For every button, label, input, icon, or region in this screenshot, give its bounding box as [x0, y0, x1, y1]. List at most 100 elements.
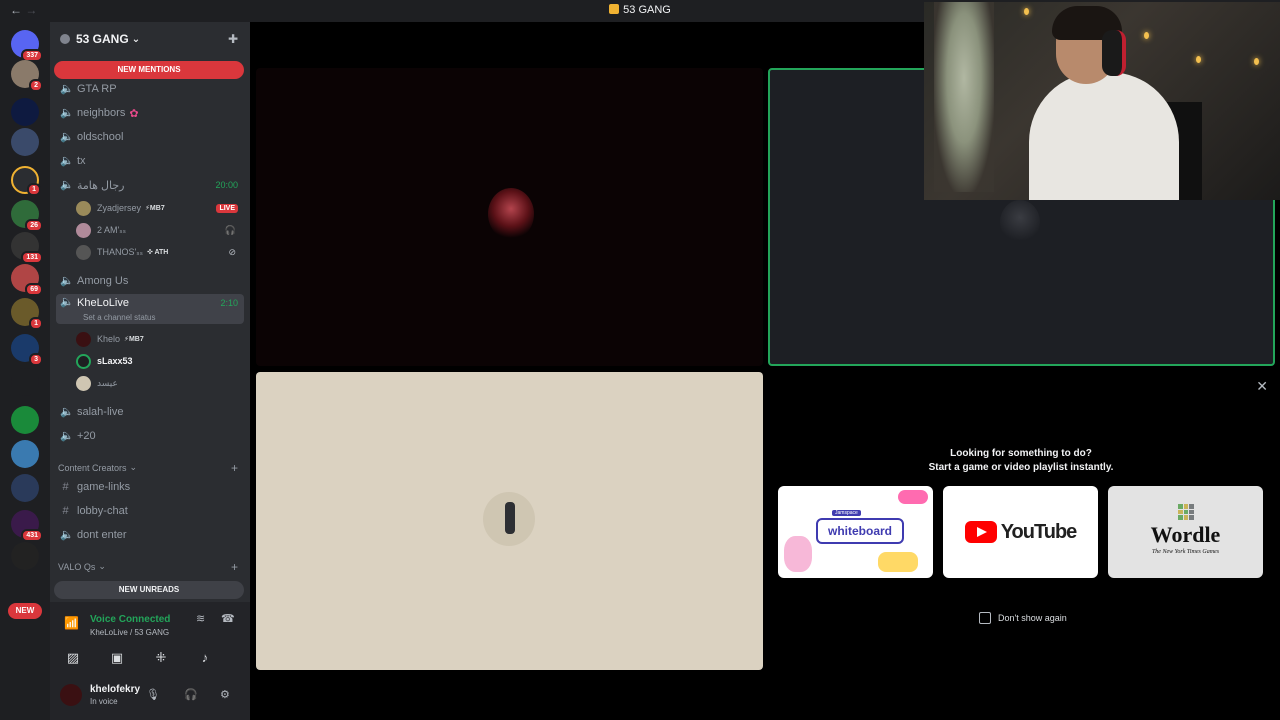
- channel-dont-enter[interactable]: 🔈 dont enter: [56, 524, 244, 546]
- server-badge: 2: [29, 79, 43, 92]
- server-icon[interactable]: [11, 406, 39, 434]
- channel-khelolive[interactable]: 🔈 KheLoLive 2:10 Set a channel status: [56, 294, 244, 324]
- server-icon[interactable]: 1: [11, 298, 43, 330]
- wordle-sublabel: The New York Times Games: [1151, 549, 1220, 555]
- channel-neighbors[interactable]: 🔈 neighbors ✿: [56, 102, 244, 124]
- member-tag: ⚡MB7: [145, 205, 165, 212]
- member-tag: ⚡MB7: [124, 336, 144, 343]
- category-content-creators[interactable]: Content Creators ⌄ +: [58, 461, 244, 475]
- signal-icon[interactable]: 📶: [64, 616, 79, 630]
- member-name: عيسد: [97, 377, 118, 388]
- channel-label: oldschool: [77, 131, 124, 143]
- server-icon[interactable]: 131: [11, 232, 43, 264]
- add-user-icon[interactable]: ✚: [228, 32, 240, 46]
- channel-game-links[interactable]: # game-links: [56, 476, 244, 498]
- video-tile[interactable]: [256, 68, 763, 366]
- channel-label: salah-live: [77, 406, 124, 418]
- channel-label: +20: [77, 430, 96, 442]
- member-name: Khelo: [97, 334, 121, 344]
- server-icon[interactable]: [11, 474, 39, 502]
- new-mentions-pill[interactable]: NEW MENTIONS: [54, 61, 244, 79]
- member-name: THANOS'ₛₛ: [97, 246, 143, 257]
- activity-heading: Looking for something to do?: [950, 448, 1092, 459]
- whiteboard-card[interactable]: Jamspace whiteboard: [778, 486, 933, 578]
- server-53gang-icon[interactable]: 1: [11, 166, 41, 196]
- dont-show-again-checkbox[interactable]: Don't show again: [979, 612, 1067, 624]
- soundboard-icon[interactable]: ♪: [184, 646, 226, 670]
- hash-icon: #: [62, 480, 69, 493]
- disconnect-icon[interactable]: ☎: [221, 612, 235, 625]
- server-icon[interactable]: [11, 98, 39, 126]
- video-tile[interactable]: [256, 372, 763, 670]
- server-icon[interactable]: 2: [11, 60, 43, 92]
- window-title-text: 53 GANG: [623, 4, 671, 16]
- webcam-overlay: [924, 2, 1280, 200]
- server-icon[interactable]: [11, 128, 39, 156]
- voice-channel-icon: 🔈: [60, 178, 74, 191]
- home-icon[interactable]: 337: [11, 30, 43, 62]
- server-icon[interactable]: 26: [11, 200, 43, 232]
- voice-status[interactable]: Voice Connected: [90, 614, 170, 625]
- channel-arabic[interactable]: 🔈 رجال هامة 20:00: [56, 174, 244, 196]
- microphone-icon[interactable]: 🎙: [146, 688, 160, 701]
- avatar: [76, 222, 91, 238]
- voice-member[interactable]: Zyadjersey ⚡MB7 LIVE: [76, 198, 244, 218]
- voice-member[interactable]: عيسد: [76, 373, 244, 393]
- channel-gta-rp[interactable]: 🔈 GTA RP: [56, 78, 244, 100]
- new-pill[interactable]: NEW: [8, 603, 42, 619]
- voice-member[interactable]: 2 AM'ₛₛ 🎧: [76, 220, 244, 240]
- channel-status[interactable]: Set a channel status: [83, 313, 156, 322]
- guild-name: 53 GANG: [76, 32, 129, 46]
- voice-member[interactable]: Khelo ⚡MB7: [76, 329, 244, 349]
- guild-header[interactable]: 53 GANG ⌄ ✚: [50, 22, 250, 56]
- server-icon[interactable]: [11, 368, 39, 396]
- channel-plus20[interactable]: 🔈 +20: [56, 425, 244, 447]
- avatar: [76, 200, 91, 216]
- noise-suppression-icon[interactable]: ≋: [196, 612, 205, 625]
- add-channel-icon[interactable]: +: [231, 461, 238, 475]
- user-panel: khelofekry In voice 🎙 🎧 ⚙: [50, 672, 250, 720]
- headphones-icon[interactable]: 🎧: [184, 688, 198, 701]
- server-badge: 1: [29, 317, 43, 330]
- participant-avatar: [1000, 200, 1040, 244]
- close-icon[interactable]: ✕: [1256, 378, 1268, 395]
- add-channel-icon[interactable]: +: [231, 560, 238, 574]
- activities-icon[interactable]: ⁜: [140, 646, 182, 670]
- voice-channel-icon: 🔈: [60, 405, 74, 418]
- whiteboard-label: whiteboard: [816, 518, 904, 544]
- youtube-card[interactable]: YouTube: [943, 486, 1098, 578]
- gear-icon[interactable]: ⚙: [220, 688, 230, 701]
- new-unreads-pill[interactable]: NEW UNREADS: [54, 581, 244, 599]
- member-tag: ✜ ATH: [146, 249, 169, 256]
- channel-label: GTA RP: [77, 83, 117, 95]
- server-icon[interactable]: [11, 440, 39, 468]
- deafened-icon: 🎧: [224, 224, 236, 235]
- channel-oldschool[interactable]: 🔈 oldschool: [56, 126, 244, 148]
- server-icon[interactable]: [11, 542, 39, 570]
- wordle-grid-icon: [1178, 504, 1194, 520]
- avatar[interactable]: [60, 684, 82, 706]
- server-icon[interactable]: 3: [11, 334, 43, 366]
- voice-member[interactable]: sLaxx53: [76, 351, 244, 371]
- channel-salah-live[interactable]: 🔈 salah-live: [56, 401, 244, 423]
- category-valo[interactable]: VALO Qs ⌄ +: [58, 560, 244, 574]
- server-badge: 26: [25, 219, 43, 232]
- activity-launcher: ✕ Looking for something to do? Start a g…: [768, 372, 1280, 672]
- server-icon[interactable]: 431: [11, 510, 43, 542]
- chevron-down-icon: ⌄: [129, 462, 138, 472]
- server-icon[interactable]: 69: [11, 264, 43, 296]
- voice-member[interactable]: THANOS'ₛₛ ✜ ATH ⊘: [76, 242, 244, 262]
- channel-among-us[interactable]: 🔈 Among Us: [56, 270, 244, 292]
- username[interactable]: khelofekry: [90, 684, 140, 695]
- checkbox-label: Don't show again: [998, 613, 1067, 623]
- screen-share-icon[interactable]: ▣: [96, 646, 138, 670]
- channel-tx[interactable]: 🔈 tx: [56, 150, 244, 172]
- channel-lobby-chat[interactable]: # lobby-chat: [56, 500, 244, 522]
- category-label: VALO Qs: [58, 561, 96, 572]
- camera-off-icon[interactable]: ▨: [52, 646, 94, 670]
- channel-label: lobby-chat: [77, 505, 128, 517]
- voice-location[interactable]: KheLoLive / 53 GANG: [90, 628, 169, 637]
- wordle-card[interactable]: Wordle The New York Times Games: [1108, 486, 1263, 578]
- channel-label: KheLoLive: [77, 297, 129, 309]
- checkbox[interactable]: [979, 612, 991, 624]
